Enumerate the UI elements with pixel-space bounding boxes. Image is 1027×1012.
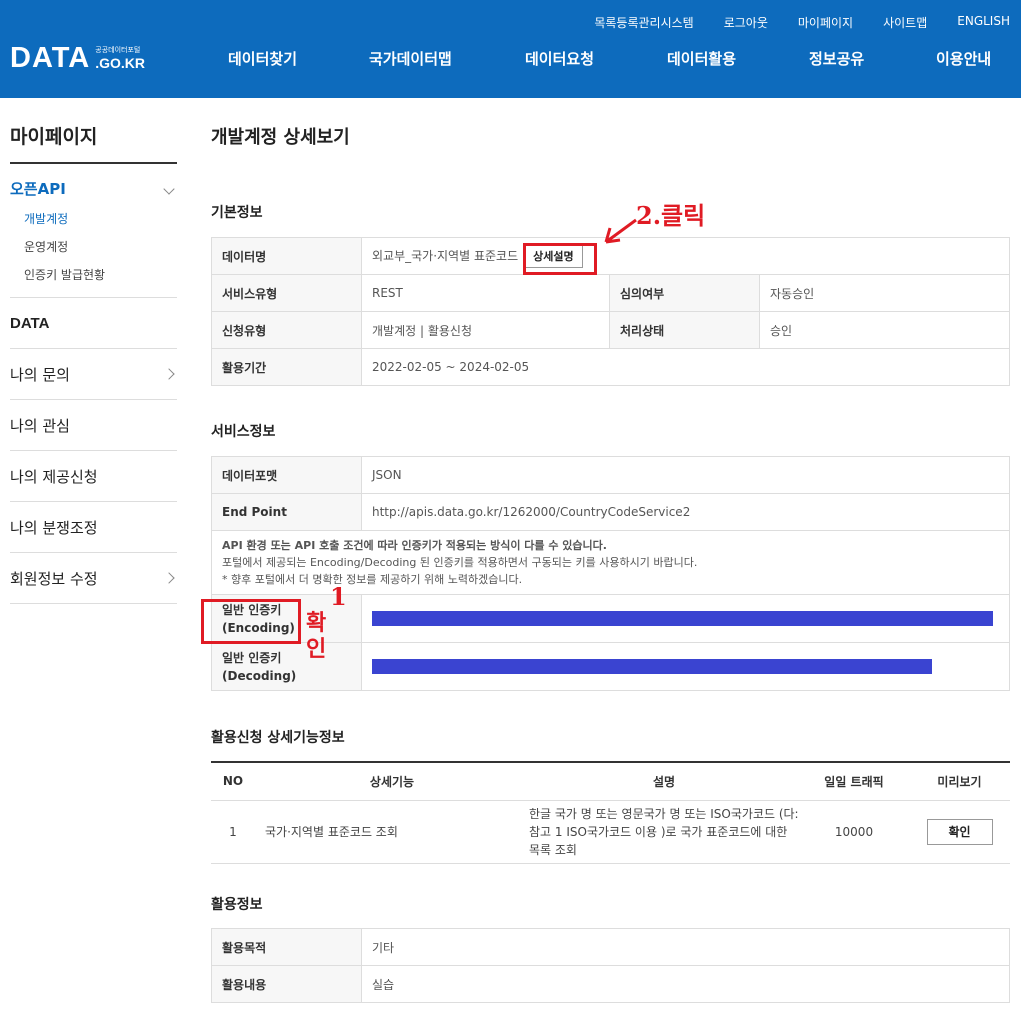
decoding-key-sublabel: (Decoding) [222, 668, 297, 683]
label-review: 심의여부 [609, 274, 760, 312]
sidebar-sub-dev-account[interactable]: 개발계정 [10, 210, 177, 227]
cell-feature: 국가·지역별 표준코드 조회 [255, 800, 529, 864]
chevron-right-icon [163, 572, 175, 584]
value-purpose: 기타 [361, 928, 1010, 966]
sidebar-item-data[interactable]: DATA [10, 298, 177, 349]
value-content: 실습 [361, 965, 1010, 1003]
utility-link-logout[interactable]: 로그아웃 [724, 14, 768, 31]
table-row: 활용내용 실습 [211, 965, 1010, 1003]
sidebar-sub-key-status[interactable]: 인증키 발급현황 [10, 266, 177, 283]
notice-line: API 환경 또는 API 호출 조건에 따라 인증키가 적용되는 방식이 다를… [222, 539, 607, 552]
section-title-features: 활용신청 상세기능정보 [211, 730, 345, 746]
sidebar-item-label: 나의 제공신청 [10, 467, 98, 486]
col-traffic: 일일 트래픽 [799, 762, 909, 801]
page-title: 개발계정 상세보기 [211, 127, 350, 148]
redacted-decoding-key [372, 659, 932, 674]
table-row: 활용기간 2022-02-05 ~ 2024-02-05 [211, 348, 1010, 386]
sidebar-item-label: 나의 분쟁조정 [10, 518, 98, 537]
sidebar-item-label: 나의 관심 [10, 416, 70, 435]
label-decoding-key: 일반 인증키 (Decoding) [211, 642, 362, 691]
section-title-basic: 기본정보 [211, 205, 263, 221]
table-row: 활용목적 기타 [211, 928, 1010, 966]
utility-link-mypage[interactable]: 마이페이지 [798, 14, 853, 31]
table-row: 서비스유형 REST 심의여부 자동승인 [211, 274, 1010, 312]
handwritten-click-note: 2.클릭 [636, 201, 706, 230]
value-period: 2022-02-05 ~ 2024-02-05 [361, 348, 1010, 386]
utility-link-catalog[interactable]: 목록등록관리시스템 [594, 14, 693, 31]
col-description: 설명 [529, 762, 799, 801]
nav-national-data-map[interactable]: 국가데이터맵 [369, 48, 452, 69]
main-nav: 데이터찾기 국가데이터맵 데이터요청 데이터활용 정보공유 이용안내 [0, 48, 1021, 70]
value-decoding-key[interactable] [361, 642, 1010, 691]
label-apply-type: 신청유형 [211, 311, 362, 349]
features-table: NO 상세기능 설명 일일 트래픽 미리보기 1 국가·지역별 표준코드 조회 … [211, 761, 1010, 864]
cell-description: 한글 국가 명 또는 영문국가 명 또는 ISO국가코드 (다:참고 1 ISO… [529, 800, 799, 864]
col-no: NO [211, 762, 255, 801]
site-header: 목록등록관리시스템 로그아웃 마이페이지 사이트맵 ENGLISH DATA 공… [0, 0, 1021, 98]
sidebar-item-label: 회원정보 수정 [10, 569, 98, 588]
data-name-text: 외교부_국가·지역별 표준코드 [372, 249, 519, 263]
sidebar-item-label: 나의 문의 [10, 365, 70, 384]
utility-link-sitemap[interactable]: 사이트맵 [883, 14, 927, 31]
sidebar-item-dispute[interactable]: 나의 분쟁조정 [10, 502, 177, 553]
label-content: 활용내용 [211, 965, 362, 1003]
usage-info-table: 활용목적 기타 활용내용 실습 [211, 928, 1010, 1003]
cell-traffic: 10000 [799, 800, 909, 864]
value-format: JSON [361, 456, 1010, 494]
value-service-type: REST [361, 274, 610, 312]
notice-line: 포털에서 제공되는 Encoding/Decoding 된 인증키를 적용하면서… [222, 556, 698, 569]
highlight-detail-button [523, 243, 597, 275]
value-apply-type: 개발계정 | 활용신청 [361, 311, 610, 349]
nav-find-data[interactable]: 데이터찾기 [228, 48, 297, 69]
highlight-encoding-key [201, 599, 301, 644]
col-preview: 미리보기 [909, 762, 1010, 801]
value-status: 승인 [759, 311, 1010, 349]
utility-nav: 목록등록관리시스템 로그아웃 마이페이지 사이트맵 ENGLISH [564, 14, 1010, 31]
col-feature: 상세기능 [255, 762, 529, 801]
sidebar-item-member-edit[interactable]: 회원정보 수정 [10, 553, 177, 604]
chevron-right-icon [163, 368, 175, 380]
label-data-name: 데이터명 [211, 237, 362, 275]
value-encoding-key[interactable] [361, 594, 1010, 643]
nav-data-request[interactable]: 데이터요청 [525, 48, 594, 69]
preview-confirm-button[interactable]: 확인 [926, 818, 993, 845]
nav-guide[interactable]: 이용안내 [936, 48, 991, 69]
label-period: 활용기간 [211, 348, 362, 386]
cell-no: 1 [211, 800, 255, 864]
label-purpose: 활용목적 [211, 928, 362, 966]
redacted-encoding-key [372, 611, 993, 626]
sidebar: 마이페이지 오픈API 개발계정 운영계정 인증키 발급현황 DATA 나의 문… [10, 98, 177, 604]
basic-info-table: 데이터명 외교부_국가·지역별 표준코드 상세설명 서비스유형 REST 심의여부… [211, 237, 1010, 386]
sidebar-item-label: DATA [10, 314, 50, 332]
utility-link-english[interactable]: ENGLISH [957, 14, 1010, 31]
label-format: 데이터포맷 [211, 456, 362, 494]
label-endpoint: End Point [211, 493, 362, 531]
sidebar-item-label: 오픈API [10, 180, 66, 198]
value-review: 자동승인 [759, 274, 1010, 312]
sidebar-item-openapi[interactable]: 오픈API [10, 178, 177, 199]
section-title-usage: 활용정보 [211, 897, 263, 913]
label-status: 처리상태 [609, 311, 760, 349]
handwritten-check-note: 확인 [306, 610, 327, 662]
chevron-down-icon [163, 182, 175, 195]
handwritten-step-number: 1 [330, 582, 347, 611]
nav-data-usage[interactable]: 데이터활용 [667, 48, 736, 69]
section-title-service: 서비스정보 [211, 424, 276, 440]
value-endpoint[interactable]: http://apis.data.go.kr/1262000/CountryCo… [361, 493, 1010, 531]
table-row: 신청유형 개발계정 | 활용신청 처리상태 승인 [211, 311, 1010, 349]
value-data-name: 외교부_국가·지역별 표준코드 상세설명 [361, 237, 1010, 275]
table-row: 1 국가·지역별 표준코드 조회 한글 국가 명 또는 영문국가 명 또는 IS… [211, 800, 1010, 864]
nav-info-share[interactable]: 정보공유 [809, 48, 864, 69]
table-row: End Point http://apis.data.go.kr/1262000… [211, 493, 1010, 531]
table-row: 데이터포맷 JSON [211, 456, 1010, 494]
label-service-type: 서비스유형 [211, 274, 362, 312]
sidebar-title: 마이페이지 [10, 98, 177, 164]
sidebar-item-provide-request[interactable]: 나의 제공신청 [10, 451, 177, 502]
table-header-row: NO 상세기능 설명 일일 트래픽 미리보기 [211, 762, 1010, 801]
sidebar-sub-ops-account[interactable]: 운영계정 [10, 238, 177, 255]
arrow-annotation-icon [604, 218, 637, 244]
sidebar-item-inquiry[interactable]: 나의 문의 [10, 349, 177, 400]
sidebar-group-openapi: 오픈API 개발계정 운영계정 인증키 발급현황 [10, 164, 177, 298]
sidebar-item-interest[interactable]: 나의 관심 [10, 400, 177, 451]
